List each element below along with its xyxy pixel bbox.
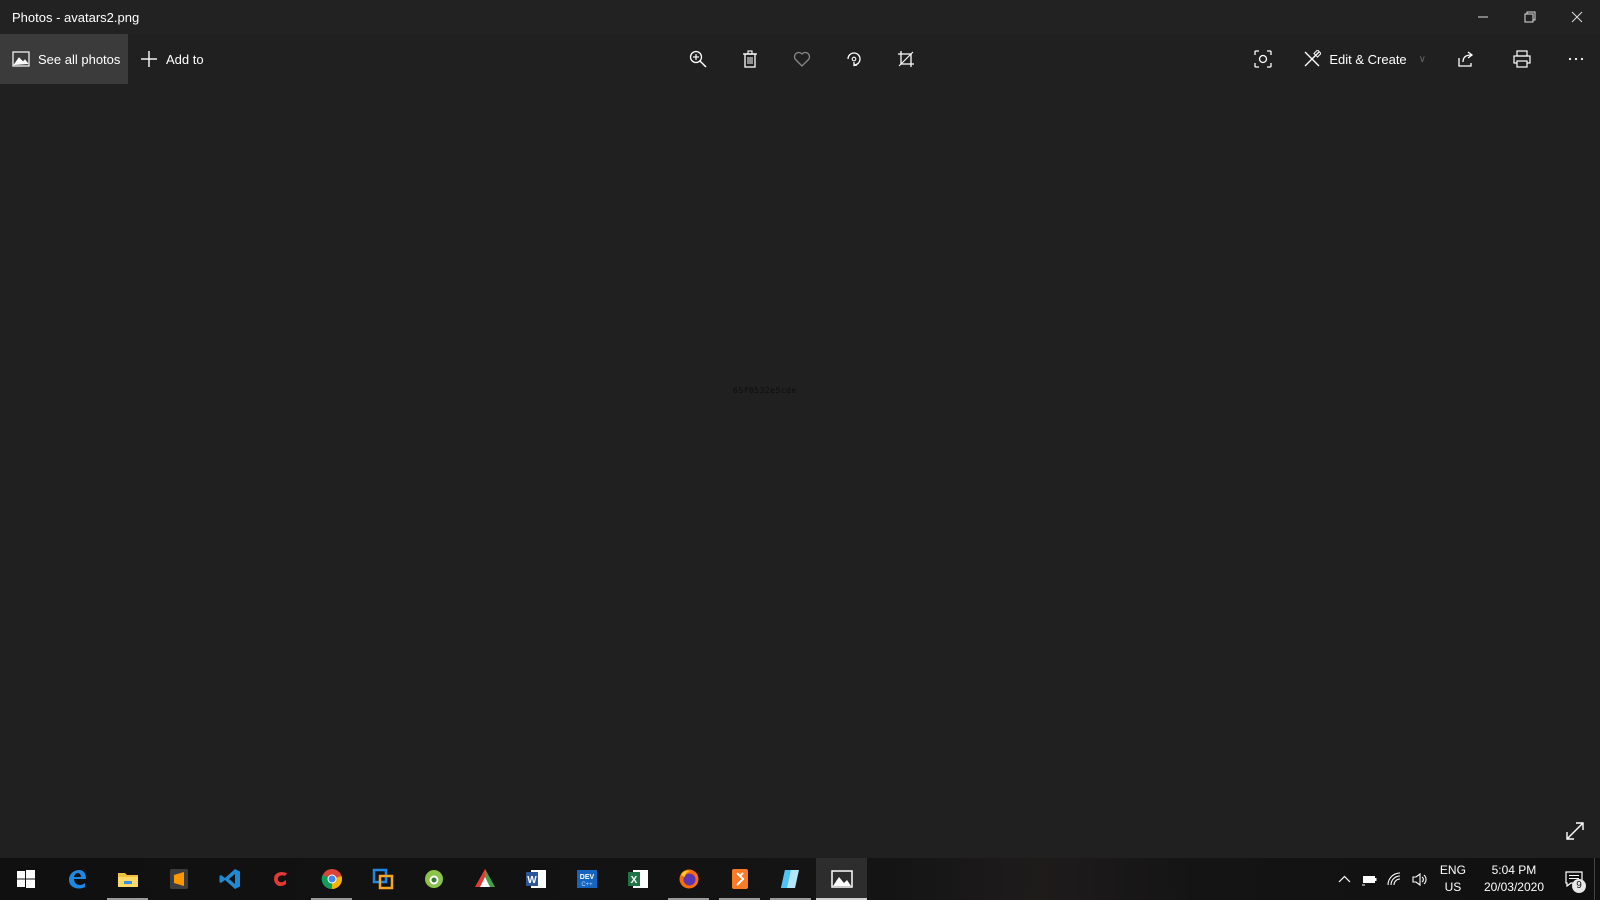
clock-time: 5:04 PM [1491, 863, 1537, 877]
battery-button[interactable] [1357, 858, 1382, 900]
show-hidden-icons-button[interactable] [1332, 858, 1357, 900]
picture-icon [12, 51, 30, 67]
share-button[interactable] [1440, 34, 1492, 84]
taskbar: W DEV C++ X ENG US 5:04 PM 20/03/2020 9 [0, 858, 1600, 900]
favorite-button[interactable] [776, 34, 828, 84]
close-button[interactable] [1553, 0, 1600, 34]
battery-icon [1361, 875, 1377, 885]
svg-text:W: W [527, 875, 537, 886]
garena-icon [270, 869, 291, 889]
vscode-icon [219, 869, 240, 889]
svg-text:X: X [630, 875, 637, 886]
windows-logo-icon [16, 870, 35, 888]
more-options-button[interactable] [1552, 34, 1600, 84]
show-desktop-button[interactable] [1594, 858, 1600, 900]
taskbar-firefox[interactable] [663, 858, 714, 900]
ellipsis-icon [1568, 57, 1584, 61]
wifi-icon [1387, 871, 1400, 885]
taskbar-word[interactable]: W [510, 858, 561, 900]
restore-button[interactable] [1506, 0, 1553, 34]
word-icon: W [525, 870, 546, 888]
heart-icon [793, 51, 811, 67]
sublime-icon [169, 869, 188, 889]
full-screen-icon[interactable] [1564, 820, 1586, 842]
notification-count-badge: 9 [1572, 879, 1586, 893]
speaker-icon [1412, 872, 1427, 886]
taskbar-chrome[interactable] [306, 858, 357, 900]
close-icon [1571, 11, 1582, 23]
photo-text: 65f0532e5cde [733, 386, 797, 395]
crop-button[interactable] [880, 34, 932, 84]
taskbar-sublime-text[interactable] [153, 858, 204, 900]
zoom-in-icon [689, 50, 707, 68]
svg-text:C++: C++ [581, 882, 593, 888]
taskbar-app-colorful[interactable] [459, 858, 510, 900]
region-code: US [1444, 880, 1462, 894]
add-to-button[interactable]: Add to [128, 34, 214, 84]
network-button[interactable] [1382, 858, 1407, 900]
enhance-button[interactable] [1237, 34, 1289, 84]
excel-icon: X [627, 870, 648, 888]
printer-icon [1513, 50, 1531, 68]
language-code: ENG [1439, 863, 1466, 877]
devc-icon: DEV C++ [576, 870, 597, 888]
taskbar-excel[interactable]: X [612, 858, 663, 900]
crop-icon [898, 51, 914, 67]
edit-create-button[interactable]: Edit & Create ∨ [1289, 34, 1440, 84]
xampp-icon [731, 869, 748, 889]
restore-icon [1524, 11, 1535, 23]
see-all-photos-label: See all photos [38, 51, 121, 67]
firefox-icon [679, 869, 698, 889]
colorful-icon [474, 869, 495, 887]
action-center-button[interactable]: 9 [1554, 858, 1594, 900]
clock-date: 20/03/2020 [1483, 880, 1544, 894]
edge-icon [68, 870, 86, 889]
taskbar-notes[interactable] [765, 858, 816, 900]
photos-toolbar: See all photos Add to Edit & Create ∨ [0, 34, 1600, 84]
input-language[interactable]: ENG US [1432, 862, 1474, 896]
rotate-button[interactable] [828, 34, 880, 84]
taskbar-garena[interactable] [255, 858, 306, 900]
share-icon [1458, 51, 1474, 67]
see-all-photos-button[interactable]: See all photos [0, 34, 128, 84]
rotate-icon [847, 52, 861, 67]
taskbar-xampp[interactable] [714, 858, 765, 900]
minimize-icon [1477, 16, 1488, 18]
chrome-icon [321, 869, 342, 890]
taskbar-file-explorer[interactable] [102, 858, 153, 900]
edit-create-icon [1304, 50, 1322, 67]
notes-icon [780, 870, 799, 888]
add-to-label: Add to [166, 51, 204, 67]
volume-button[interactable] [1407, 858, 1432, 900]
photos-icon [830, 870, 853, 888]
clock[interactable]: 5:04 PM 20/03/2020 [1474, 862, 1554, 896]
minimize-button[interactable] [1459, 0, 1506, 34]
taskbar-devc[interactable]: DEV C++ [561, 858, 612, 900]
zoom-button[interactable] [672, 34, 724, 84]
taskbar-photos[interactable] [816, 858, 867, 900]
start-button[interactable] [0, 858, 51, 900]
taskbar-app-green[interactable] [408, 858, 459, 900]
window-title: Photos - avatars2.png [12, 9, 140, 25]
title-bar: Photos - avatars2.png [0, 0, 1600, 34]
print-button[interactable] [1492, 34, 1552, 84]
taskbar-vscode[interactable] [204, 858, 255, 900]
system-tray: ENG US 5:04 PM 20/03/2020 9 [1332, 858, 1600, 900]
folder-icon [117, 873, 138, 887]
taskbar-edge[interactable] [51, 858, 102, 900]
delete-button[interactable] [724, 34, 776, 84]
svg-text:DEV: DEV [579, 874, 594, 881]
focus-icon [1254, 50, 1272, 68]
chevron-up-icon [1338, 875, 1351, 882]
plus-icon [141, 51, 157, 67]
chevron-down-icon: ∨ [1418, 53, 1426, 65]
taskbar-virtualbox[interactable] [357, 858, 408, 900]
image-viewer-canvas[interactable]: 65f0532e5cde [0, 84, 1600, 858]
trash-icon [743, 50, 757, 68]
virtualbox-icon [372, 868, 393, 890]
green-circle-icon [424, 870, 443, 888]
edit-create-label: Edit & Create [1329, 51, 1407, 67]
